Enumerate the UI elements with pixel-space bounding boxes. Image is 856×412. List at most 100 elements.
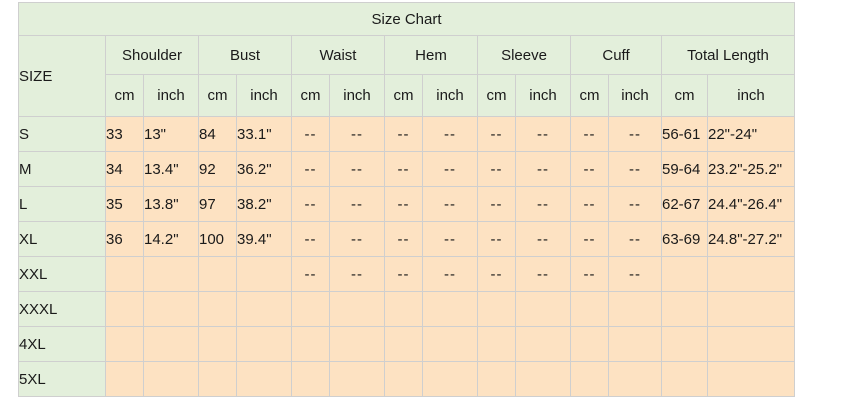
table-cell: -- (515, 221, 571, 257)
table-cell: 39.4" (236, 221, 292, 257)
table-cell: -- (570, 186, 609, 222)
table-cell (329, 361, 385, 397)
table-cell (143, 256, 199, 292)
table-cell: 23.2"-25.2" (706, 151, 796, 187)
table-cell: -- (608, 256, 662, 292)
table-cell: 34 (105, 151, 144, 187)
size-chart-table: Size Chart SIZE Shoulder Bust Waist Hem Slee… (17, 2, 796, 397)
table-cell (291, 361, 330, 397)
table-cell (570, 361, 609, 397)
table-row: XXXL (18, 291, 796, 327)
table-cell: 97 (198, 186, 237, 222)
table-cell: -- (329, 256, 385, 292)
table-cell: -- (608, 116, 662, 152)
table-row: M 34 13.4" 92 36.2" -- -- -- -- -- -- -- -- 59-64 23.2… (18, 151, 796, 187)
table-cell: 84 (198, 116, 237, 152)
column-group-header-cuff: Cuff (570, 35, 662, 75)
table-cell: 22"-24" (706, 116, 796, 152)
size-label: M (18, 151, 106, 187)
column-group-header-waist: Waist (291, 35, 385, 75)
table-cell: -- (291, 116, 330, 152)
table-cell: -- (329, 151, 385, 187)
table-cell (706, 361, 796, 397)
table-cell: -- (608, 221, 662, 257)
chart-title: Size Chart (17, 2, 796, 36)
table-cell: -- (570, 221, 609, 257)
table-cell (422, 291, 478, 327)
table-cell: -- (422, 221, 478, 257)
table-cell: -- (384, 186, 423, 222)
table-cell (706, 256, 796, 292)
table-cell (661, 291, 708, 327)
table-cell: -- (422, 256, 478, 292)
table-cell: -- (329, 186, 385, 222)
table-cell (608, 361, 662, 397)
column-group-header-hem: Hem (384, 35, 478, 75)
table-cell: 62-67 (661, 186, 708, 222)
table-cell: -- (477, 116, 516, 152)
table-row: S 33 13" 84 33.1" -- -- -- -- -- -- -- -- 56-61 22"-24… (18, 116, 796, 152)
table-cell (198, 256, 237, 292)
table-cell (236, 361, 292, 397)
table-cell: 63-69 (661, 221, 708, 257)
unit-header: cm (198, 74, 237, 117)
size-label: XL (18, 221, 106, 257)
column-group-header-total-length: Total Length (660, 35, 796, 75)
table-cell (384, 361, 423, 397)
table-cell (661, 326, 708, 362)
unit-header: inch (143, 74, 199, 117)
table-cell (608, 291, 662, 327)
table-cell (236, 256, 292, 292)
table-cell: -- (329, 221, 385, 257)
table-cell (515, 361, 571, 397)
table-cell: -- (384, 221, 423, 257)
table-cell: -- (477, 256, 516, 292)
table-cell (329, 291, 385, 327)
table-cell: -- (384, 151, 423, 187)
table-cell (477, 326, 516, 362)
table-cell (329, 326, 385, 362)
table-cell: 33 (105, 116, 144, 152)
unit-header: cm (477, 74, 516, 117)
table-row: L 35 13.8" 97 38.2" -- -- -- -- -- -- -- -- 62-67 24.4… (18, 186, 796, 222)
table-cell: 100 (198, 221, 237, 257)
table-cell: 13" (143, 116, 199, 152)
table-cell (515, 291, 571, 327)
table-cell (570, 291, 609, 327)
unit-header: inch (422, 74, 478, 117)
size-label: XXXL (18, 291, 106, 327)
table-cell: -- (515, 186, 571, 222)
table-cell: -- (291, 151, 330, 187)
table-cell: -- (515, 256, 571, 292)
size-column-header: SIZE (18, 35, 106, 117)
table-cell (198, 291, 237, 327)
unit-header: cm (384, 74, 423, 117)
table-cell (143, 291, 199, 327)
table-cell (477, 361, 516, 397)
table-cell: -- (608, 186, 662, 222)
table-cell (105, 256, 144, 292)
table-cell: 36 (105, 221, 144, 257)
table-cell: -- (329, 116, 385, 152)
table-cell: -- (570, 256, 609, 292)
table-cell: -- (422, 116, 478, 152)
table-cell: -- (608, 151, 662, 187)
table-cell: -- (291, 256, 330, 292)
table-cell: 35 (105, 186, 144, 222)
table-cell (384, 326, 423, 362)
size-label: 5XL (18, 361, 106, 397)
unit-header: cm (291, 74, 330, 117)
table-cell (105, 291, 144, 327)
table-cell (291, 326, 330, 362)
table-cell: 24.4"-26.4" (706, 186, 796, 222)
table-cell: -- (515, 116, 571, 152)
table-cell: -- (384, 116, 423, 152)
table-cell: 36.2" (236, 151, 292, 187)
table-cell (661, 361, 708, 397)
unit-header: inch (515, 74, 571, 117)
table-cell (706, 326, 796, 362)
table-row: 5XL (18, 361, 796, 397)
table-cell (236, 291, 292, 327)
table-cell: 13.8" (143, 186, 199, 222)
table-cell: -- (477, 151, 516, 187)
